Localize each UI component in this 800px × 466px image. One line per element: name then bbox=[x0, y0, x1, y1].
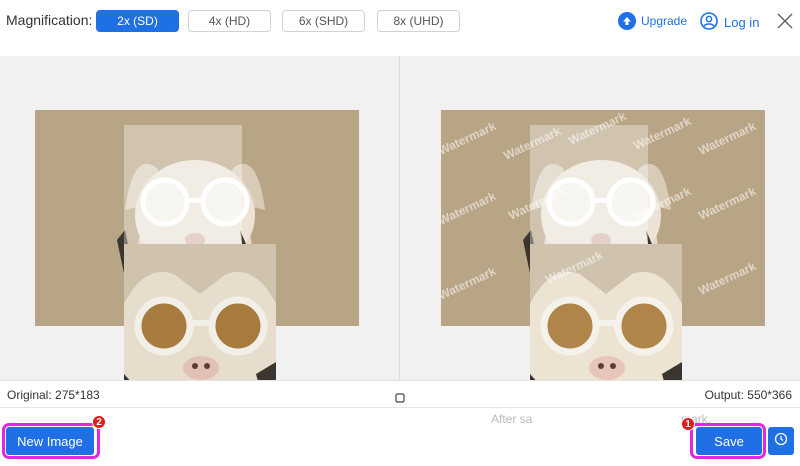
close-icon[interactable] bbox=[776, 12, 794, 30]
magnification-6x-button[interactable]: 6x (SHD) bbox=[282, 10, 365, 32]
original-zoom-window bbox=[124, 125, 242, 255]
output-zoom-crop: Watermark bbox=[530, 244, 682, 396]
login-label: Log in bbox=[724, 15, 760, 30]
save-hint-left: After sa bbox=[491, 412, 533, 426]
compare-icon[interactable] bbox=[395, 390, 405, 403]
magnification-2x-button[interactable]: 2x (SD) bbox=[96, 10, 179, 32]
top-toolbar: Magnification: 2x (SD) 4x (HD) 6x (SHD) … bbox=[0, 0, 800, 44]
new-image-button[interactable]: New Image bbox=[6, 427, 94, 455]
login-link[interactable]: Log in bbox=[700, 12, 759, 33]
save-button[interactable]: Save bbox=[696, 427, 762, 455]
size-status-bar: Original: 275*183 Output: 550*366 bbox=[0, 380, 800, 408]
original-size-label: Original: 275*183 bbox=[7, 388, 100, 402]
upgrade-label: Upgrade bbox=[641, 14, 688, 28]
history-button[interactable] bbox=[768, 427, 794, 455]
step-badge-2: 2 bbox=[92, 415, 106, 429]
upgrade-arrow-icon bbox=[618, 12, 636, 30]
magnification-8x-button[interactable]: 8x (UHD) bbox=[377, 10, 460, 32]
step-badge-1: 1 bbox=[681, 417, 695, 431]
history-clock-icon bbox=[774, 432, 788, 451]
user-icon bbox=[700, 12, 718, 33]
upgrade-link[interactable]: Upgrade bbox=[618, 12, 687, 30]
original-zoom-crop bbox=[124, 244, 276, 396]
magnification-label: Magnification: bbox=[6, 12, 93, 28]
output-size-label: Output: 550*366 bbox=[704, 388, 792, 402]
output-zoom-window bbox=[530, 125, 648, 255]
preview-divider bbox=[399, 56, 400, 380]
magnification-4x-button[interactable]: 4x (HD) bbox=[188, 10, 271, 32]
